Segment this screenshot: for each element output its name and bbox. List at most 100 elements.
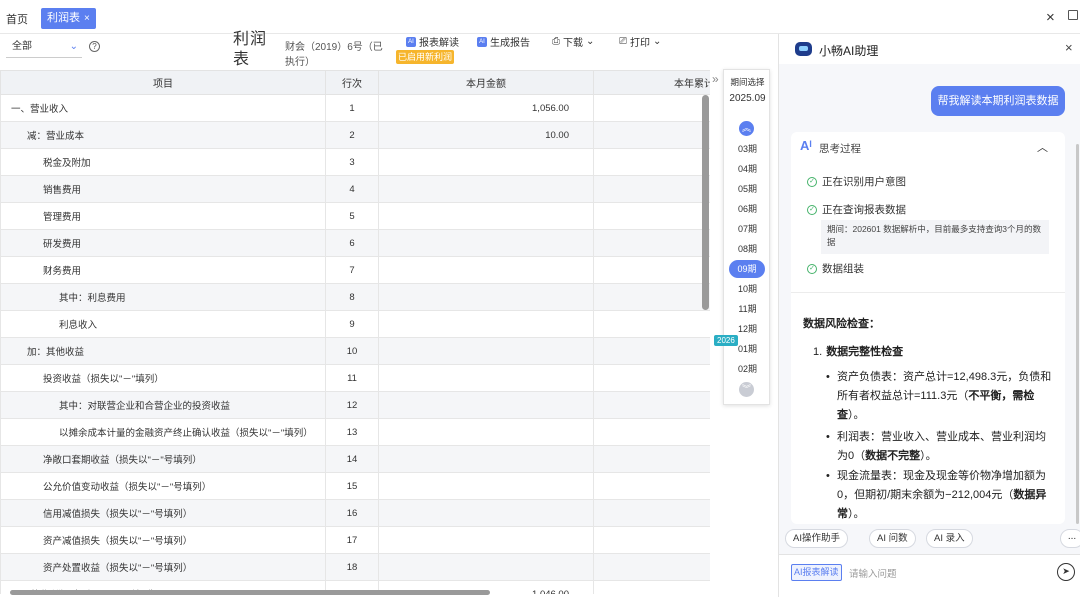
row-month-amount[interactable]: 10.00 — [378, 121, 594, 149]
row-month-amount[interactable] — [378, 148, 594, 176]
chip-ai-operator[interactable]: AI操作助手 — [785, 529, 848, 548]
row-month-amount[interactable] — [378, 553, 594, 581]
row-month-amount[interactable] — [378, 391, 594, 419]
thinking-header[interactable]: Aᴵ 思考过程 ︿ — [791, 132, 1065, 162]
row-ytd-amount[interactable] — [593, 121, 710, 149]
input-mode-tag[interactable]: AI报表解读 — [791, 564, 842, 581]
send-icon[interactable]: ➤ — [1057, 563, 1075, 581]
row-line-number[interactable]: 10 — [325, 337, 379, 365]
table-row: 其中：对联营企业和合营企业的投资收益 12 — [0, 391, 710, 419]
collapse-icon[interactable]: » — [712, 72, 719, 86]
print-button[interactable]: ⎚ 打印 ⌄ — [619, 34, 661, 49]
row-month-amount[interactable] — [378, 229, 594, 257]
row-month-amount[interactable] — [378, 310, 594, 338]
row-month-amount[interactable] — [378, 418, 594, 446]
chevron-up-icon[interactable]: ︽ — [739, 121, 754, 136]
period-item[interactable]: 10期 — [724, 280, 771, 298]
period-item[interactable]: 11期 — [724, 300, 771, 318]
period-item[interactable]: 05期 — [724, 180, 771, 198]
row-ytd-amount[interactable] — [593, 148, 710, 176]
row-item-name: 其中：对联营企业和合营企业的投资收益 — [0, 391, 326, 419]
row-month-amount[interactable] — [378, 175, 594, 203]
row-ytd-amount[interactable] — [593, 310, 710, 338]
tab-home[interactable]: 首页 — [6, 11, 28, 27]
new-profit-tag[interactable]: 已启用新利润 — [396, 50, 454, 64]
filter-select[interactable]: 全部 ⌄ — [6, 38, 82, 58]
row-line-number[interactable]: 17 — [325, 526, 379, 554]
row-item-name: 一、营业收入 — [0, 94, 326, 122]
window-close-icon[interactable]: × — [1046, 9, 1055, 26]
thinking-step: ✓ 数据组装 — [807, 261, 864, 276]
close-icon[interactable]: × — [1065, 40, 1073, 55]
row-line-number[interactable]: 3 — [325, 148, 379, 176]
row-month-amount[interactable] — [378, 337, 594, 365]
row-ytd-amount[interactable] — [593, 337, 710, 365]
period-item[interactable]: 06期 — [724, 200, 771, 218]
chevron-up-icon[interactable]: ︿ — [1037, 139, 1048, 155]
row-ytd-amount[interactable] — [593, 418, 710, 446]
tab-income-statement[interactable]: 利润表 × — [41, 8, 96, 29]
row-ytd-amount[interactable] — [593, 229, 710, 257]
row-line-number[interactable]: 11 — [325, 364, 379, 392]
row-month-amount[interactable] — [378, 445, 594, 473]
period-item[interactable]: 07期 — [724, 220, 771, 238]
row-line-number[interactable]: 12 — [325, 391, 379, 419]
row-line-number[interactable]: 1 — [325, 94, 379, 122]
generate-report-button[interactable]: AI 生成报告 — [477, 34, 530, 49]
row-ytd-amount[interactable] — [593, 526, 710, 554]
row-line-number[interactable]: 16 — [325, 499, 379, 527]
row-month-amount[interactable] — [378, 499, 594, 527]
row-line-number[interactable]: 13 — [325, 418, 379, 446]
row-month-amount[interactable] — [378, 283, 594, 311]
chevron-down-icon[interactable]: ︾ — [739, 382, 754, 397]
row-month-amount[interactable] — [378, 364, 594, 392]
fullscreen-icon[interactable] — [1068, 10, 1078, 20]
panel-scrollbar[interactable] — [1076, 144, 1079, 524]
row-line-number[interactable]: 14 — [325, 445, 379, 473]
tab-close-icon[interactable]: × — [84, 13, 90, 24]
period-item[interactable]: 03期 — [724, 140, 771, 158]
help-icon[interactable]: ? — [89, 41, 100, 52]
vertical-scrollbar[interactable] — [702, 95, 709, 310]
row-line-number[interactable]: 8 — [325, 283, 379, 311]
row-line-number[interactable]: 5 — [325, 202, 379, 230]
row-ytd-amount[interactable] — [593, 580, 710, 594]
row-line-number[interactable]: 18 — [325, 553, 379, 581]
row-line-number[interactable]: 15 — [325, 472, 379, 500]
row-month-amount[interactable] — [378, 526, 594, 554]
chip-ai-query[interactable]: AI 问数 — [869, 529, 916, 548]
period-item[interactable]: 01期 — [724, 340, 771, 358]
row-line-number[interactable]: 7 — [325, 256, 379, 284]
row-ytd-amount[interactable] — [593, 283, 710, 311]
row-line-number[interactable]: 2 — [325, 121, 379, 149]
period-item[interactable]: 02期 — [724, 360, 771, 378]
chip-ai-entry[interactable]: AI 录入 — [926, 529, 973, 548]
row-ytd-amount[interactable] — [593, 553, 710, 581]
download-button[interactable]: ⎙ 下载 ⌄ — [552, 34, 594, 49]
row-month-amount[interactable]: 1,056.00 — [378, 94, 594, 122]
row-ytd-amount[interactable] — [593, 202, 710, 230]
period-item[interactable]: 12期 — [724, 320, 771, 338]
row-ytd-amount[interactable] — [593, 391, 710, 419]
period-item[interactable]: 04期 — [724, 160, 771, 178]
explain-report-button[interactable]: AI 报表解读 — [406, 34, 459, 49]
period-item[interactable]: 09期 — [729, 260, 765, 278]
row-line-number[interactable]: 6 — [325, 229, 379, 257]
row-month-amount[interactable] — [378, 202, 594, 230]
row-ytd-amount[interactable] — [593, 256, 710, 284]
row-line-number[interactable]: 9 — [325, 310, 379, 338]
row-ytd-amount[interactable] — [593, 364, 710, 392]
row-ytd-amount[interactable] — [593, 499, 710, 527]
row-ytd-amount[interactable] — [593, 94, 710, 122]
row-ytd-amount[interactable] — [593, 472, 710, 500]
period-item[interactable]: 08期 — [724, 240, 771, 258]
row-month-amount[interactable] — [378, 256, 594, 284]
more-icon[interactable]: ... — [1060, 529, 1080, 548]
chat-input[interactable]: 请输入问题 — [849, 566, 897, 580]
row-ytd-amount[interactable] — [593, 175, 710, 203]
row-ytd-amount[interactable] — [593, 445, 710, 473]
row-month-amount[interactable] — [378, 472, 594, 500]
horizontal-scrollbar[interactable] — [10, 590, 490, 595]
period-year[interactable]: 2025.09 — [724, 93, 771, 104]
row-line-number[interactable]: 4 — [325, 175, 379, 203]
